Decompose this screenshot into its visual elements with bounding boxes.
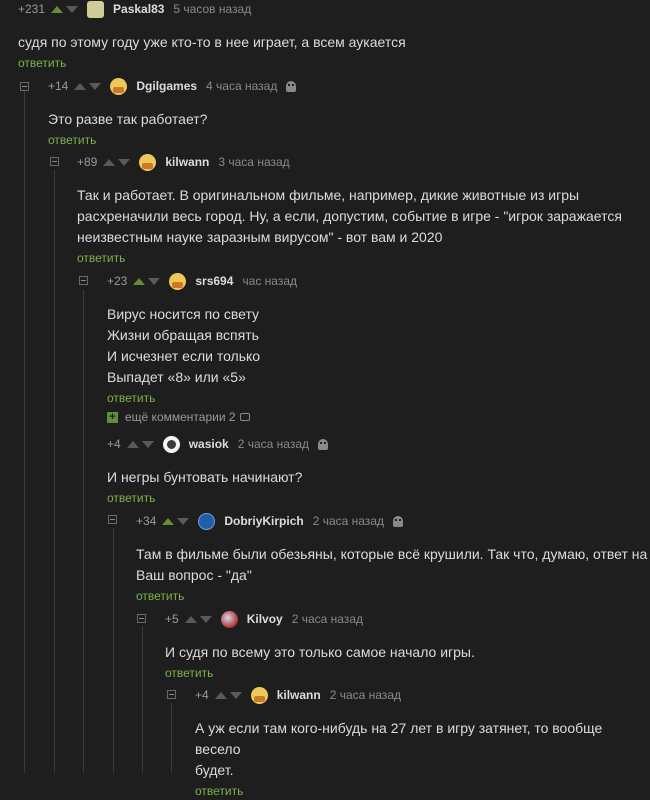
comment-time[interactable]: 2 часа назад [330,688,401,702]
thread-line [113,528,114,773]
upvote-icon[interactable] [51,5,64,13]
collapse-button[interactable] [79,276,88,285]
downvote-icon[interactable] [141,440,154,448]
collapse-button[interactable] [137,614,146,623]
comment-rating: +4 [195,688,209,702]
reply-button[interactable]: ответить [136,589,184,603]
android-icon [286,80,297,92]
comment-text: Вирус носится по свету Жизни обращая всп… [107,306,261,385]
downvote-icon[interactable] [177,517,190,525]
comment-rating: +231 [18,2,46,16]
avatar[interactable] [220,610,238,628]
comment-username[interactable]: Kilvoy [247,612,283,626]
reply-button[interactable]: ответить [107,491,155,505]
comment-text: И негры бунтовать начинают? [107,469,303,485]
comment-username[interactable]: DobriyKirpich [224,514,303,528]
avatar[interactable] [250,686,268,704]
downvote-icon[interactable] [229,691,242,699]
comment-time[interactable]: 5 часов назад [173,2,251,16]
upvote-icon[interactable] [103,158,116,166]
collapse-button[interactable] [50,157,59,166]
comment-text: А уж если там кого-нибудь на 27 лет в иг… [195,720,603,778]
android-icon [318,438,329,450]
comment-time[interactable]: час назад [242,274,297,288]
reply-button[interactable]: ответить [48,133,96,147]
upvote-icon[interactable] [126,440,139,448]
comment-bubble-icon [239,413,250,421]
comment: +4 wasiok 2 часа назад И негры бунтовать… [107,434,329,507]
collapse-button[interactable] [167,690,176,699]
comment-rating: +34 [136,514,157,528]
downvote-icon[interactable] [148,277,161,285]
comment-username[interactable]: Paskal83 [113,2,164,16]
more-comments-label: ещё комментарии 2 [125,410,236,424]
thread-line [171,703,172,773]
reply-button[interactable]: ответить [77,251,125,265]
upvote-icon[interactable] [74,82,87,90]
downvote-icon[interactable] [199,615,212,623]
android-icon [393,515,403,527]
comment-time[interactable]: 2 часа назад [238,437,309,451]
comment-text: Это разве так работает? [48,111,208,127]
avatar[interactable] [139,153,157,171]
comment: +14 Dgilgames 4 часа назад Это разве так… [48,76,297,149]
avatar[interactable] [198,512,216,530]
comment-time[interactable]: 2 часа назад [292,612,363,626]
avatar[interactable] [110,77,128,95]
comment-rating: +89 [77,155,98,169]
comment-username[interactable]: Dgilgames [136,79,197,93]
collapse-button[interactable] [20,82,29,91]
thread-line [142,626,143,773]
comment: +4 kilwann 2 часа назад А уж если там ко… [195,685,650,800]
reply-button[interactable]: ответить [107,391,155,405]
downvote-icon[interactable] [66,5,79,13]
comment-username[interactable]: srs694 [195,274,233,288]
collapse-button[interactable] [108,515,117,524]
thread-line [54,170,55,773]
comment-time[interactable]: 4 часа назад [206,79,277,93]
plus-icon: + [107,411,118,423]
avatar[interactable] [169,272,187,290]
comment-username[interactable]: wasiok [189,437,229,451]
comment-text: судя по этому году уже кто-то в нее игра… [18,34,406,50]
downvote-icon[interactable] [118,158,131,166]
avatar[interactable] [162,435,180,453]
upvote-icon[interactable] [184,615,197,623]
upvote-icon[interactable] [133,277,146,285]
upvote-icon[interactable] [214,691,227,699]
comment: +89 kilwann 3 часа назад Так и работает.… [77,152,622,267]
comment-rating: +14 [48,79,69,93]
comment-time[interactable]: 2 часа назад [313,514,384,528]
comment-username[interactable]: kilwann [165,155,209,169]
comment-rating: +4 [107,437,121,451]
comment-text: Там в фильме были обезьяны, которые всё … [136,546,648,583]
comment-username[interactable]: kilwann [277,688,321,702]
comment: +23 srs694 час назад Вирус носится по св… [107,271,306,407]
avatar[interactable] [87,0,105,18]
comment-rating: +23 [107,274,128,288]
comment: +231 Paskal83 5 часов назад судя по этом… [18,0,406,72]
comment-text: И судя по всему это только самое начало … [165,644,475,660]
upvote-icon[interactable] [162,517,175,525]
comment-rating: +5 [165,612,179,626]
comment: +34 DobriyKirpich 2 часа назад Там в фил… [136,511,647,605]
reply-button[interactable]: ответить [18,56,66,70]
downvote-icon[interactable] [89,82,102,90]
thread-line [83,290,84,773]
thread-line [24,90,25,773]
reply-button[interactable]: ответить [195,784,243,798]
comment-time[interactable]: 3 часа назад [218,155,289,169]
comment: +5 Kilvoy 2 часа назад И судя по всему э… [165,609,475,682]
reply-button[interactable]: ответить [165,666,213,680]
more-comments-button[interactable]: + ещё комментарии 2 [107,410,250,424]
comment-text: Так и работает. В оригинальном фильме, н… [77,187,622,245]
